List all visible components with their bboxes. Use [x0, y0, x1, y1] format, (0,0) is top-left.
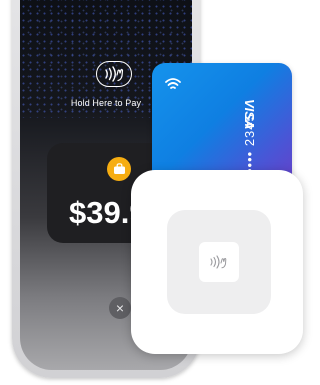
- card-reader: [131, 170, 303, 354]
- shopping-bag-icon: [107, 157, 131, 181]
- contactless-icon: [96, 61, 132, 87]
- reader-tap-area: [167, 210, 271, 314]
- contactless-icon: [199, 242, 239, 282]
- close-icon: ×: [115, 300, 125, 316]
- contactless-icon: [164, 77, 182, 98]
- card-number: •••• 2345: [242, 113, 257, 173]
- close-button[interactable]: ×: [109, 297, 131, 319]
